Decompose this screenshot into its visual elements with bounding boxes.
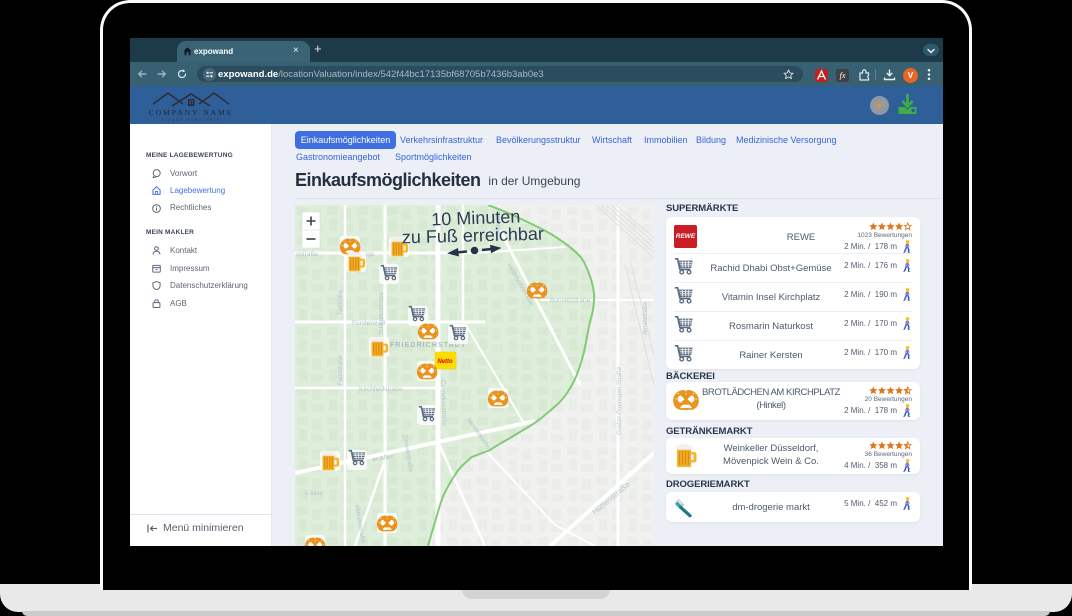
svg-text:Fahrstraße: Fahrstraße [338,355,344,385]
svg-text:Bunsenstraße: Bunsenstraße [550,297,591,304]
svg-text:Netto: Netto [437,359,453,365]
svg-text:Slogan Goes Here: Slogan Goes Here [161,117,220,122]
svg-text:Kirchfeldstraße: Kirchfeldstraße [359,386,403,393]
svg-text:Scheurenstraße: Scheurenstraße [379,292,385,335]
svg-text:zu Fuß erreichbar: zu Fuß erreichbar [402,224,545,248]
svg-text:Arminstraße: Arminstraße [643,302,649,335]
svg-text:Talstraße: Talstraße [338,290,344,315]
svg-text:COMPANY NAME: COMPANY NAME [149,108,234,117]
svg-text:u Allee: u Allee [305,491,324,497]
svg-text:gstraße: gstraße [296,251,318,258]
svg-text:Gustav-Poensgen-Straße: Gustav-Poensgen-Straße [617,366,623,435]
